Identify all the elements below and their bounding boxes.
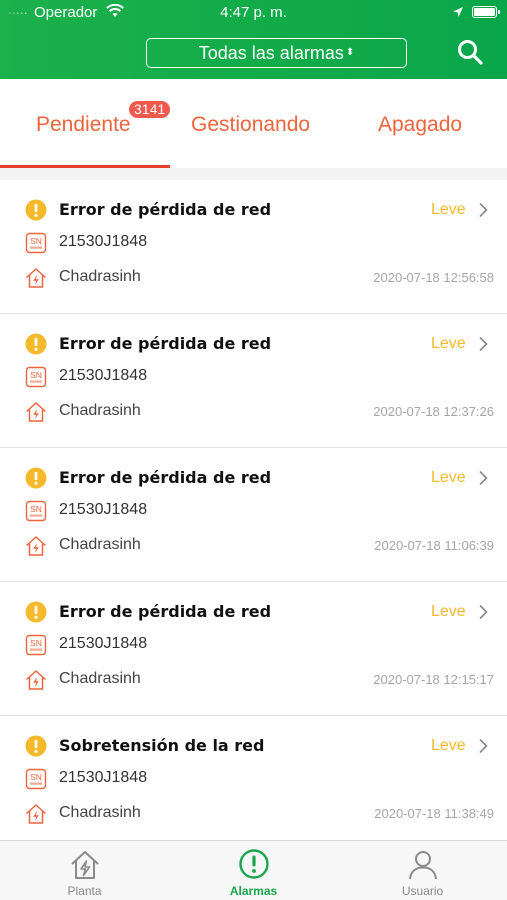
- warning-circle-icon: [25, 735, 47, 757]
- device-serial-number: 21530J1848: [59, 769, 148, 786]
- alarm-severity: Leve: [431, 737, 466, 754]
- plant-name: Chadrasinh: [59, 536, 141, 553]
- svg-text:SN: SN: [30, 638, 42, 648]
- plant-house-icon: [24, 802, 48, 826]
- alarm-title: Error de pérdida de red: [59, 468, 272, 487]
- alarm-timestamp: 2020-07-18 12:37:26: [373, 404, 494, 419]
- alarm-filter-dropdown[interactable]: Todas las alarmas ⬍: [146, 38, 407, 68]
- tabbar-label-usuario: Usuario: [401, 884, 444, 898]
- alarm-filter-label: Todas las alarmas: [198, 42, 344, 63]
- pending-count-badge: 3141: [129, 101, 171, 118]
- alarm-title: Error de pérdida de red: [59, 200, 272, 219]
- tabbar-label-planta: Planta: [67, 884, 102, 898]
- sn-tag-icon: SN: [25, 634, 47, 656]
- user-icon: [409, 851, 437, 880]
- alarm-item[interactable]: Error de pérdida de red Leve SN 21530J1848 C…: [0, 314, 507, 448]
- sn-tag-icon: SN: [25, 500, 47, 522]
- warning-circle-icon: [25, 601, 47, 623]
- plant-name: Chadrasinh: [59, 670, 141, 687]
- search-icon[interactable]: [456, 38, 484, 66]
- sort-arrows-icon: ⬍: [345, 47, 355, 58]
- tab-pendiente[interactable]: Pendiente: [36, 113, 131, 137]
- plant-house-icon: [24, 400, 48, 424]
- chevron-right-icon: [478, 470, 488, 486]
- alarm-severity: Leve: [431, 201, 466, 218]
- warning-circle-icon: [25, 333, 47, 355]
- battery-icon: [472, 6, 500, 18]
- alarm-item[interactable]: Error de pérdida de red Leve SN 21530J1848 C…: [0, 582, 507, 716]
- clock: 4:47 p. m.: [220, 4, 287, 21]
- chevron-right-icon: [478, 604, 488, 620]
- warning-circle-icon: [25, 467, 47, 489]
- svg-text:SN: SN: [30, 236, 42, 246]
- section-divider: [0, 168, 507, 180]
- alarm-item[interactable]: Error de pérdida de red Leve SN 21530J1848 C…: [0, 180, 507, 314]
- plant-house-icon: [24, 534, 48, 558]
- tabbar-item-planta[interactable]: Planta: [0, 841, 169, 900]
- svg-text:SN: SN: [30, 370, 42, 380]
- alarm-item[interactable]: Sobretensión de la red Leve SN 21530J1848 Ch…: [0, 716, 507, 840]
- tabbar-label-alarmas: Alarmas: [229, 884, 278, 898]
- tabbar-item-usuario[interactable]: Usuario: [338, 841, 507, 900]
- bottom-tab-bar: Planta Alarmas Usuario: [0, 840, 507, 900]
- sn-tag-icon: SN: [25, 232, 47, 254]
- plant-name: Chadrasinh: [59, 402, 141, 419]
- app-header: ..... Operador 4:47 p. m. Todas las alar…: [0, 0, 507, 79]
- tab-gestionando[interactable]: Gestionando: [191, 113, 310, 137]
- status-bar: ..... Operador 4:47 p. m.: [0, 0, 507, 26]
- alarm-severity: Leve: [431, 335, 466, 352]
- alarm-title: Error de pérdida de red: [59, 334, 272, 353]
- alarm-timestamp: 2020-07-18 12:15:17: [373, 672, 494, 687]
- device-serial-number: 21530J1848: [59, 233, 148, 250]
- plant-house-icon: [24, 668, 48, 692]
- svg-text:SN: SN: [30, 772, 42, 782]
- alarm-timestamp: 2020-07-18 12:56:58: [373, 270, 494, 285]
- device-serial-number: 21530J1848: [59, 367, 148, 384]
- alarm-timestamp: 2020-07-18 11:38:49: [374, 806, 494, 821]
- tab-apagado[interactable]: Apagado: [378, 113, 462, 137]
- alarm-timestamp: 2020-07-18 11:06:39: [374, 538, 494, 553]
- alarm-title: Error de pérdida de red: [59, 602, 272, 621]
- tabbar-item-alarmas[interactable]: Alarmas: [169, 841, 338, 900]
- device-serial-number: 21530J1848: [59, 635, 148, 652]
- sn-tag-icon: SN: [25, 366, 47, 388]
- chevron-right-icon: [478, 738, 488, 754]
- alarm-status-tabs: Pendiente 3141 Gestionando Apagado: [0, 79, 507, 168]
- alarm-icon: [239, 849, 269, 879]
- plant-house-icon: [24, 266, 48, 290]
- svg-text:SN: SN: [30, 504, 42, 514]
- plant-name: Chadrasinh: [59, 268, 141, 285]
- chevron-right-icon: [478, 336, 488, 352]
- device-serial-number: 21530J1848: [59, 501, 148, 518]
- plant-house-icon: [71, 851, 99, 879]
- alarm-item[interactable]: Error de pérdida de red Leve SN 21530J1848 C…: [0, 448, 507, 582]
- alarm-list[interactable]: Error de pérdida de red Leve SN 21530J1848 C…: [0, 180, 507, 840]
- chevron-right-icon: [478, 202, 488, 218]
- alarm-severity: Leve: [431, 603, 466, 620]
- alarm-severity: Leve: [431, 469, 466, 486]
- alarm-title: Sobretensión de la red: [59, 736, 265, 755]
- sn-tag-icon: SN: [25, 768, 47, 790]
- location-arrow-icon: [453, 7, 463, 17]
- warning-circle-icon: [25, 199, 47, 221]
- plant-name: Chadrasinh: [59, 804, 141, 821]
